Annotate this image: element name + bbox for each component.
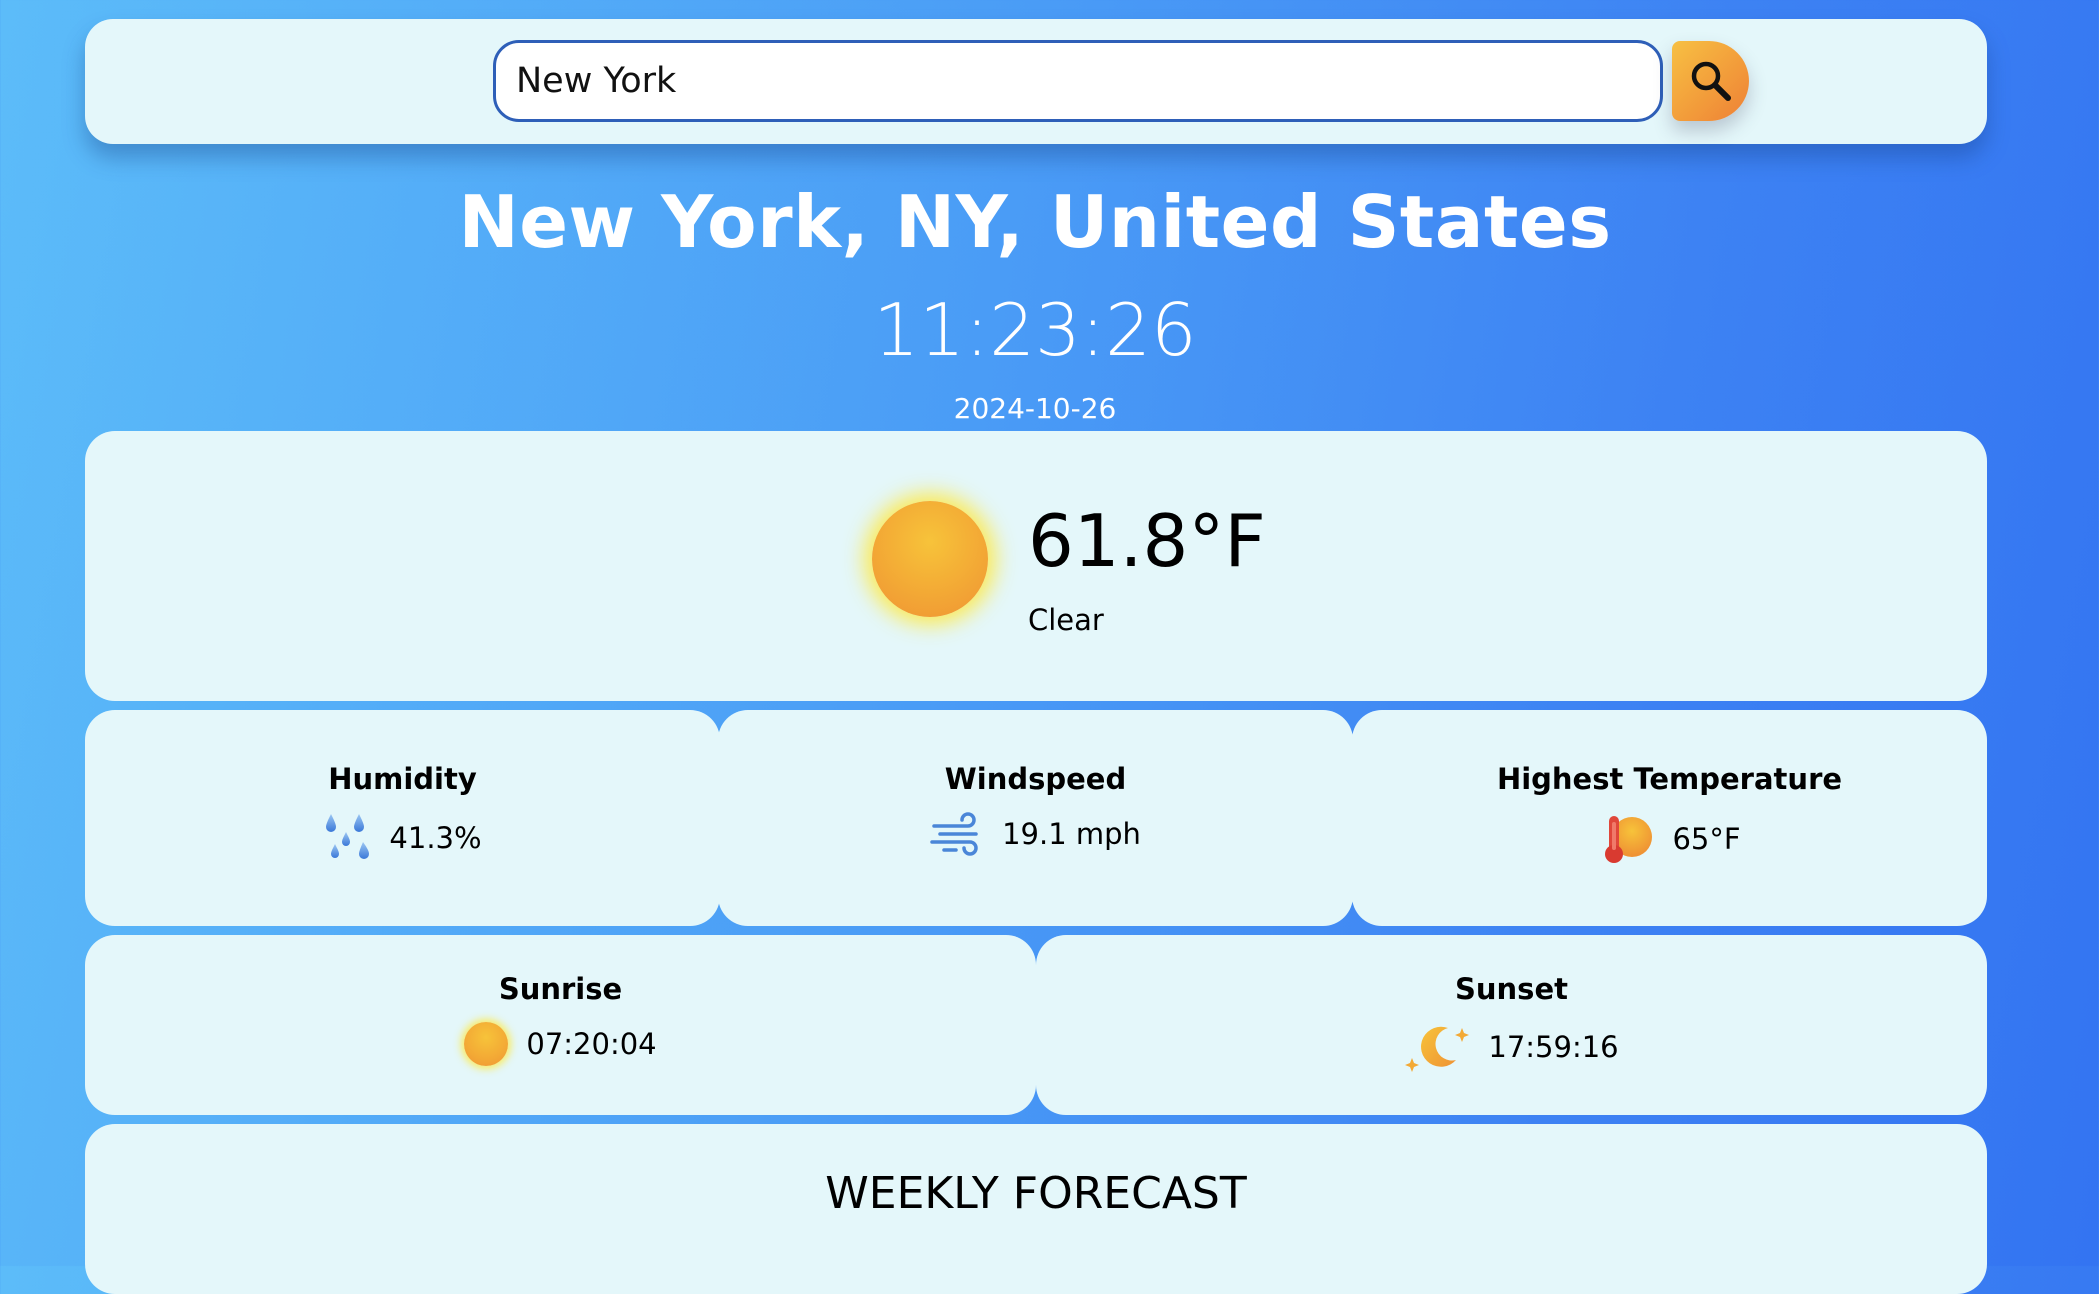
sunset-value: 17:59:16 [1488,1030,1619,1064]
humidity-label: Humidity [328,762,477,796]
moon-stars-icon [1405,1026,1470,1072]
current-condition: Clear [1028,603,1104,637]
search-input[interactable] [493,40,1663,122]
weekly-forecast-card: WEEKLY FORECAST [85,1124,1987,1294]
humidity-value: 41.3% [389,821,482,855]
windspeed-card: Windspeed 19.1 mph [718,710,1353,926]
local-date: 2024-10-26 [953,392,1117,425]
windspeed-label: Windspeed [944,762,1127,796]
sunset-label: Sunset [1455,972,1568,1006]
highest-temperature-label: Highest Temperature [1496,762,1843,796]
current-weather-card: 61.8°F Clear [85,431,1987,701]
sunrise-label: Sunrise [498,972,623,1006]
humidity-card: Humidity 41.3% [85,710,720,926]
search-icon [1691,61,1731,101]
windspeed-value: 19.1 mph [1002,817,1141,851]
sun-icon [872,501,988,617]
current-temperature: 61.8°F [1028,499,1266,583]
weekly-forecast-title: WEEKLY FORECAST [825,1168,1247,1219]
local-time: 11:23:26 [873,288,1197,372]
sunrise-value: 07:20:04 [526,1027,657,1061]
highest-temperature-value: 65°F [1672,822,1741,856]
sunset-card: Sunset 17:59:16 [1036,935,1987,1115]
wind-icon [930,812,978,856]
location-title: New York, NY, United States [458,180,1612,264]
sunrise-card: Sunrise 07:20:04 [85,935,1036,1115]
thermometer-sun-icon [1605,816,1653,863]
raindrops-icon [326,814,370,859]
sun-icon [464,1022,509,1066]
search-button[interactable] [1672,41,1749,121]
search-bar [85,19,1987,144]
highest-temperature-card: Highest Temperature 65°F [1352,710,1987,926]
